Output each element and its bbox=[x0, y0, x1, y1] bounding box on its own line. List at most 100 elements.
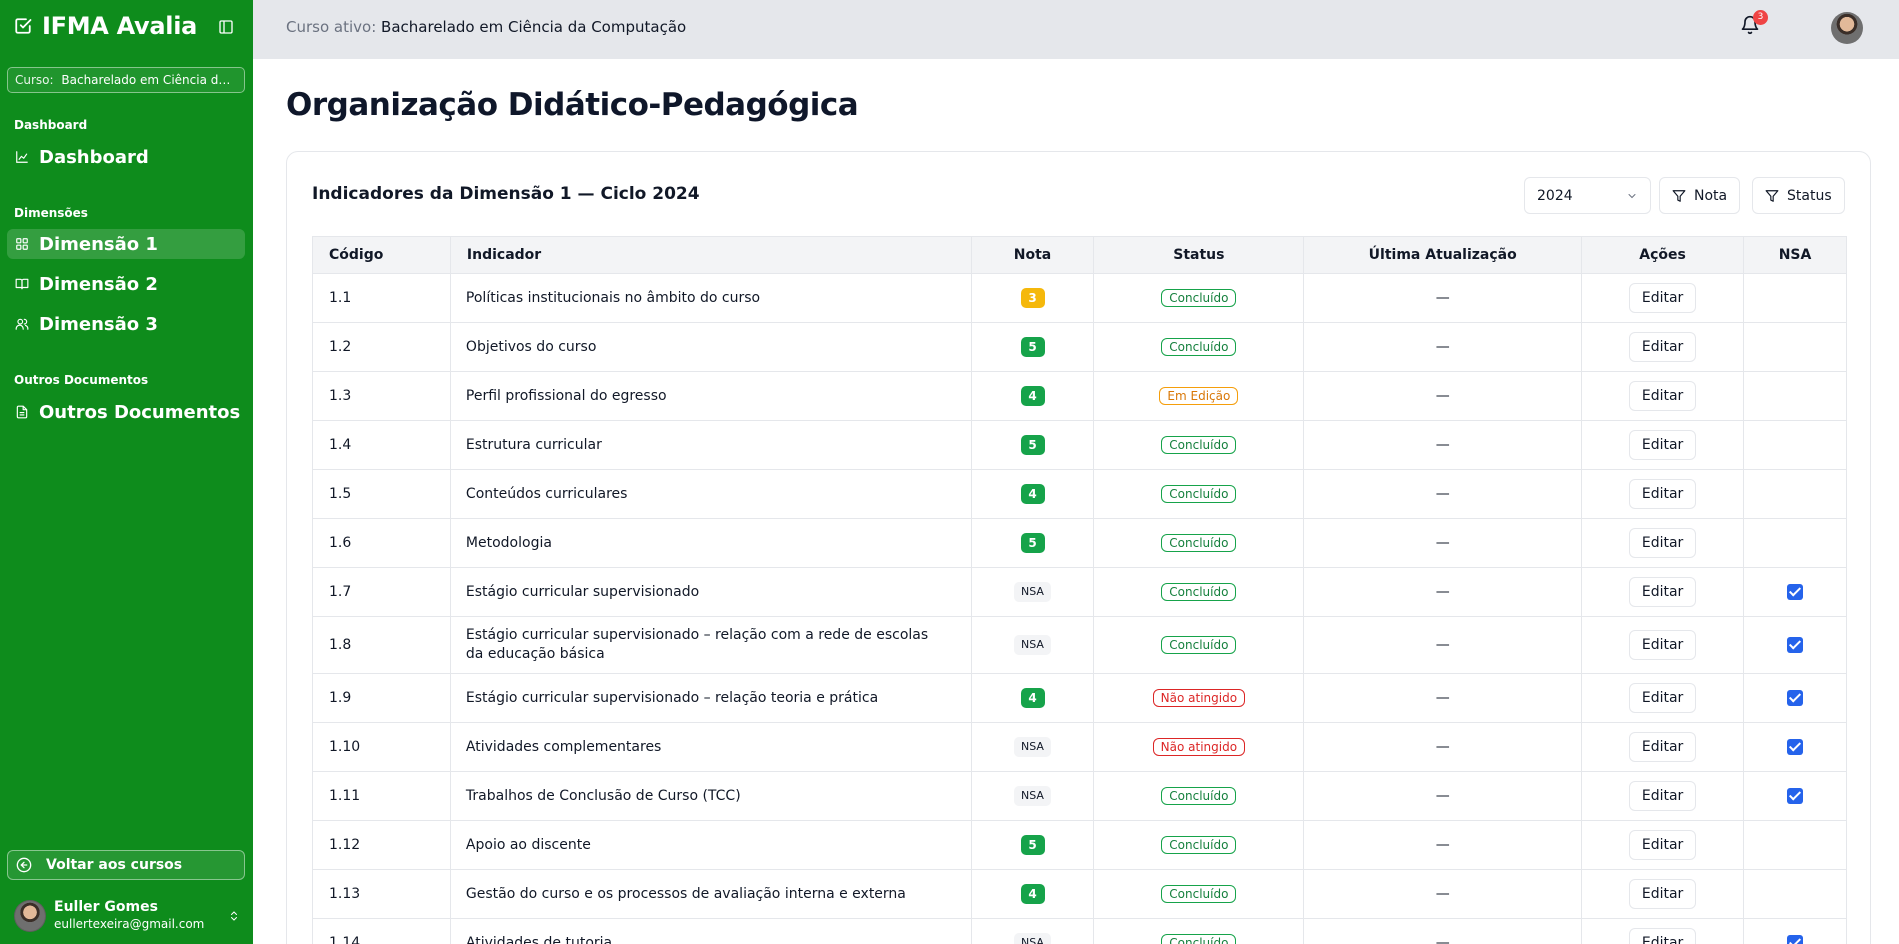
edit-button[interactable]: Editar bbox=[1628, 332, 1697, 362]
edit-button[interactable]: Editar bbox=[1628, 879, 1697, 909]
grade-badge: 4 bbox=[1020, 484, 1045, 504]
edit-button[interactable]: Editar bbox=[1628, 577, 1697, 607]
status-badge: Em Edição bbox=[1159, 387, 1239, 405]
cell-updated: — bbox=[1303, 322, 1583, 372]
edit-button[interactable]: Editar bbox=[1628, 430, 1697, 460]
grid-icon bbox=[16, 238, 28, 250]
cell-nsa bbox=[1743, 722, 1847, 772]
status-badge: Concluído bbox=[1161, 338, 1237, 356]
table-row: 1.11 Trabalhos de Conclusão de Curso (TCC… bbox=[312, 771, 1847, 821]
filter-nota-label: Nota bbox=[1694, 187, 1728, 204]
status-badge: Não atingido bbox=[1152, 738, 1246, 756]
cell-indicator: Metodologia bbox=[449, 518, 972, 568]
sidebar-item-label: Outros Documentos bbox=[39, 401, 241, 423]
sidebar-item-dashboard[interactable]: Dashboard bbox=[7, 142, 245, 172]
avatar bbox=[14, 900, 46, 932]
sidebar-item-label: Dimensão 3 bbox=[39, 313, 158, 335]
column-header-nota[interactable]: Nota bbox=[970, 236, 1095, 274]
avatar[interactable] bbox=[1831, 12, 1863, 44]
edit-button[interactable]: Editar bbox=[1628, 683, 1697, 713]
status-badge: Concluído bbox=[1161, 436, 1237, 454]
sidebar-item-dimensao-2[interactable]: Dimensão 2 bbox=[7, 269, 245, 299]
nsa-checkbox[interactable] bbox=[1787, 788, 1803, 804]
cell-grade: 5 bbox=[970, 322, 1095, 372]
user-name: Euller Gomes bbox=[54, 899, 158, 915]
filter-status-button[interactable]: Status bbox=[1752, 177, 1845, 214]
edit-button[interactable]: Editar bbox=[1628, 283, 1697, 313]
cell-code: 1.7 bbox=[312, 567, 451, 617]
table-row: 1.10 Atividades complementares NSA Não atin… bbox=[312, 722, 1847, 772]
edit-button[interactable]: Editar bbox=[1628, 479, 1697, 509]
edit-button[interactable]: Editar bbox=[1628, 781, 1697, 811]
filter-nota-button[interactable]: Nota bbox=[1659, 177, 1741, 214]
group-label-dashboard: Dashboard bbox=[14, 118, 88, 132]
table-body: 1.1 Políticas institucionais no âmbito do… bbox=[312, 273, 1847, 944]
cell-indicator: Estágio curricular supervisionado bbox=[449, 567, 972, 617]
filter-icon bbox=[1672, 189, 1686, 202]
cell-status: Concluído bbox=[1093, 322, 1305, 372]
sidebar-item-dimensao-1[interactable]: Dimensão 1 bbox=[7, 229, 245, 259]
cell-grade: NSA bbox=[970, 918, 1095, 944]
user-menu[interactable]: Euller Gomes eullertexeira@gmail.com bbox=[14, 898, 240, 934]
cell-nsa bbox=[1743, 371, 1847, 421]
grade-badge: NSA bbox=[1014, 737, 1051, 757]
nsa-checkbox[interactable] bbox=[1787, 739, 1803, 755]
status-badge: Concluído bbox=[1161, 289, 1237, 307]
cell-grade: 4 bbox=[970, 371, 1095, 421]
table-row: 1.3 Perfil profissional do egresso 4 Em Edi… bbox=[312, 371, 1847, 421]
nsa-checkbox[interactable] bbox=[1787, 690, 1803, 706]
course-chip-label: Curso: bbox=[15, 73, 54, 87]
cell-actions: Editar bbox=[1581, 273, 1745, 323]
cell-actions: Editar bbox=[1581, 771, 1745, 821]
year-select[interactable]: 2024 bbox=[1524, 177, 1651, 214]
nsa-checkbox[interactable] bbox=[1787, 584, 1803, 600]
cell-indicator: Atividades de tutoria bbox=[449, 918, 972, 944]
edit-button[interactable]: Editar bbox=[1628, 732, 1697, 762]
document-icon bbox=[16, 405, 28, 419]
nsa-checkbox[interactable] bbox=[1787, 637, 1803, 653]
edit-button[interactable]: Editar bbox=[1628, 928, 1697, 944]
table-row: 1.6 Metodologia 5 Concluído — Editar bbox=[312, 518, 1847, 568]
sidebar-toggle-icon[interactable] bbox=[218, 19, 234, 35]
cell-indicator: Trabalhos de Conclusão de Curso (TCC) bbox=[449, 771, 972, 821]
cell-updated: — bbox=[1303, 820, 1583, 870]
cell-nsa bbox=[1743, 869, 1847, 919]
grade-badge: 4 bbox=[1020, 884, 1045, 904]
status-badge: Não atingido bbox=[1152, 689, 1246, 707]
column-header-ultima-atualizacao[interactable]: Última Atualização bbox=[1303, 236, 1583, 274]
chevrons-up-down-icon bbox=[231, 911, 237, 921]
cell-status: Concluído bbox=[1093, 273, 1305, 323]
status-badge: Concluído bbox=[1161, 583, 1237, 601]
edit-button[interactable]: Editar bbox=[1628, 528, 1697, 558]
nsa-checkbox[interactable] bbox=[1787, 935, 1803, 944]
book-icon bbox=[15, 278, 29, 290]
grade-badge: 5 bbox=[1020, 337, 1045, 357]
brand[interactable]: IFMA Avalia bbox=[14, 12, 197, 40]
back-to-courses-button[interactable]: Voltar aos cursos bbox=[7, 850, 245, 880]
grade-badge: NSA bbox=[1014, 786, 1051, 806]
cell-actions: Editar bbox=[1581, 722, 1745, 772]
cell-actions: Editar bbox=[1581, 869, 1745, 919]
cell-indicator: Atividades complementares bbox=[449, 722, 972, 772]
table-row: 1.8 Estágio curricular supervisionado – r… bbox=[312, 616, 1847, 674]
sidebar-item-dimensao-3[interactable]: Dimensão 3 bbox=[7, 309, 245, 339]
year-select-value: 2024 bbox=[1537, 187, 1573, 204]
edit-button[interactable]: Editar bbox=[1628, 630, 1697, 660]
cell-nsa bbox=[1743, 420, 1847, 470]
cell-indicator: Políticas institucionais no âmbito do cu… bbox=[449, 273, 972, 323]
table-row: 1.12 Apoio ao discente 5 Concluído — Editar bbox=[312, 820, 1847, 870]
column-header-codigo[interactable]: Código bbox=[312, 236, 451, 274]
cell-indicator: Gestão do curso e os processos de avalia… bbox=[449, 869, 972, 919]
edit-button[interactable]: Editar bbox=[1628, 830, 1697, 860]
edit-button[interactable]: Editar bbox=[1628, 381, 1697, 411]
column-header-indicador[interactable]: Indicador bbox=[449, 236, 972, 274]
active-course: Curso ativo: Bacharelado em Ciência da C… bbox=[286, 18, 686, 36]
sidebar-item-outros-documentos[interactable]: Outros Documentos bbox=[7, 397, 245, 427]
table-row: 1.1 Políticas institucionais no âmbito do… bbox=[312, 273, 1847, 323]
status-badge: Concluído bbox=[1161, 836, 1237, 854]
grade-badge: NSA bbox=[1014, 582, 1051, 602]
column-header-status[interactable]: Status bbox=[1093, 236, 1305, 274]
cell-code: 1.10 bbox=[312, 722, 451, 772]
course-chip[interactable]: Curso: Bacharelado em Ciência da Computa… bbox=[7, 67, 245, 93]
cell-code: 1.2 bbox=[312, 322, 451, 372]
